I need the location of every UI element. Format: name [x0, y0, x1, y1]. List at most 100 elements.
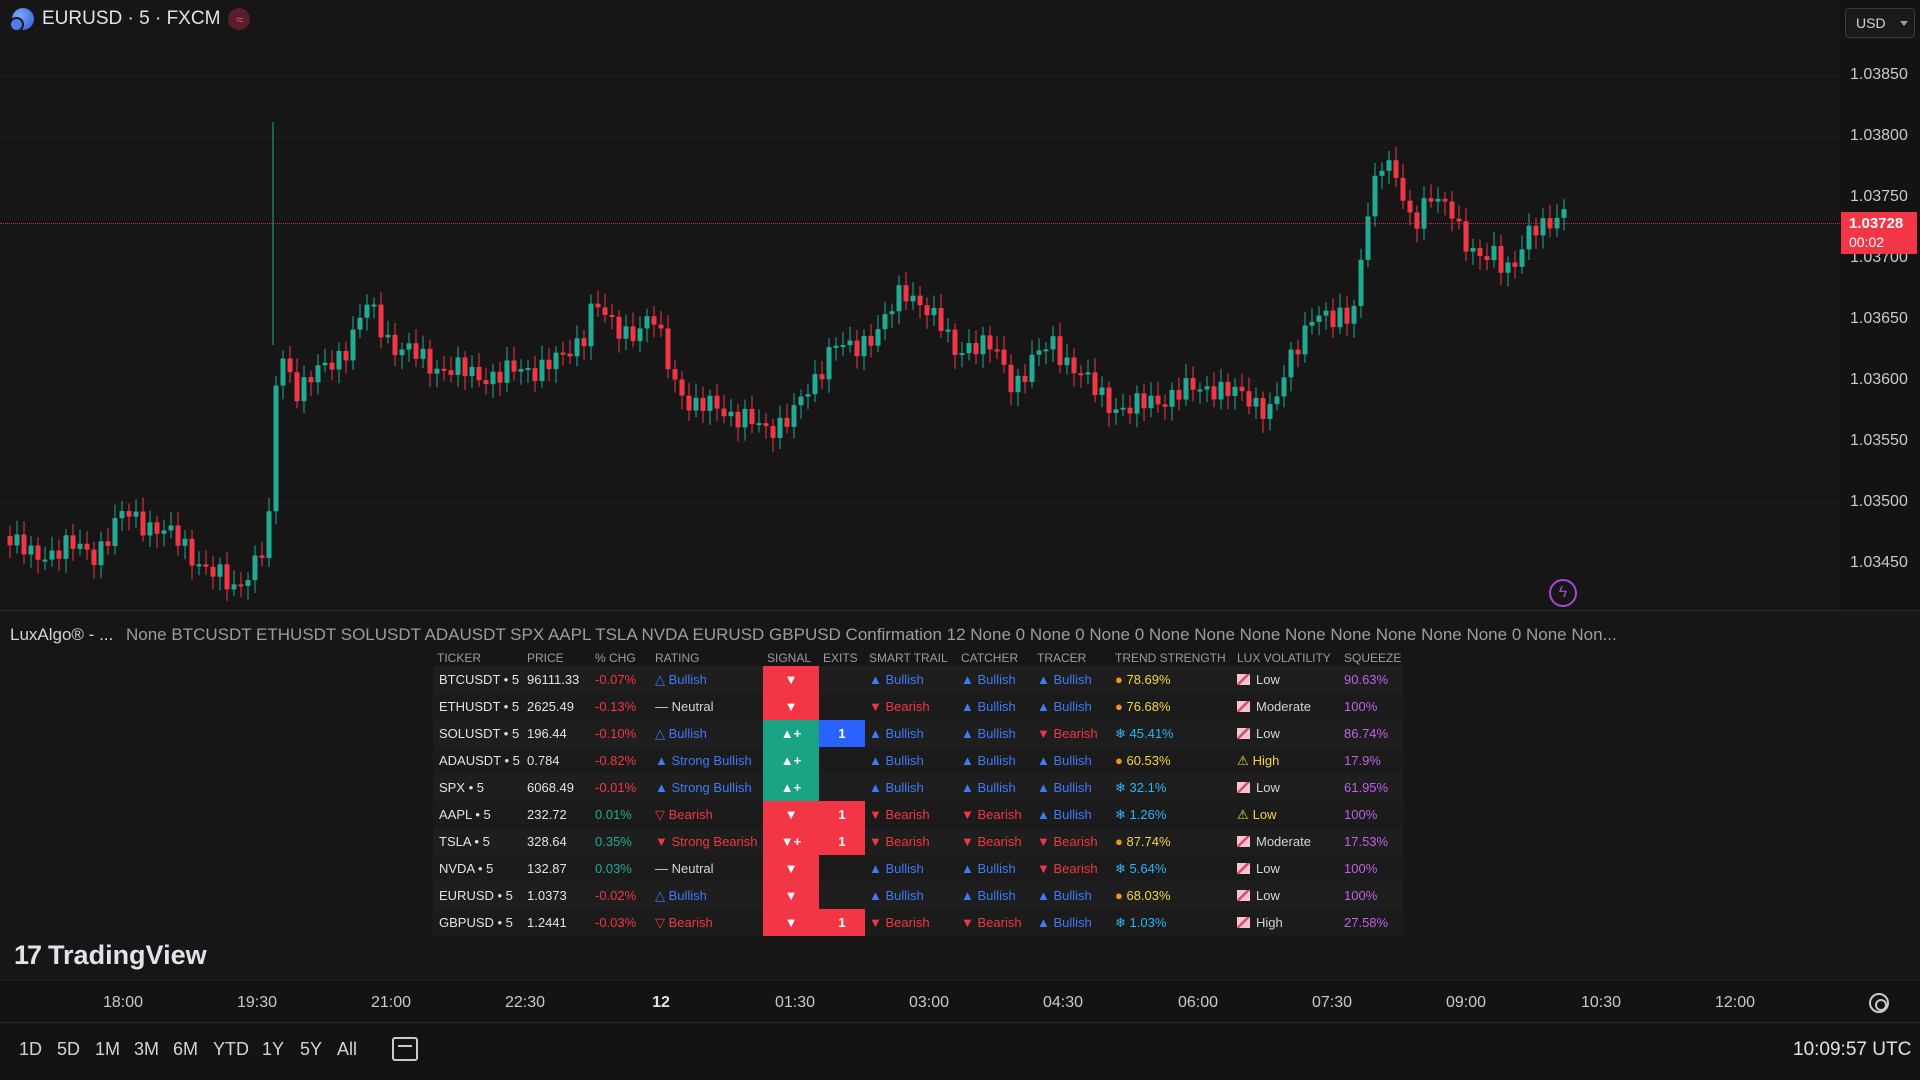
symbol-title[interactable]: EURUSD · 5 · FXCM [42, 8, 220, 30]
range-button-3m[interactable]: 3M [134, 1039, 159, 1060]
smart-trail-cell: ▲ Bullish [865, 747, 957, 774]
squeeze-cell: 90.63% [1340, 666, 1403, 693]
trend-strength-cell: ❄ 45.41% [1111, 720, 1233, 747]
price-label: 1.03650 [1850, 310, 1908, 327]
squeeze-cell: 61.95% [1340, 774, 1403, 801]
chevron-down-icon [1899, 20, 1908, 26]
flame-icon: ● [1115, 834, 1127, 849]
rating-cell: △ Bullish [651, 666, 763, 693]
price-scale[interactable] [1840, 0, 1920, 610]
time-label: 12:00 [1714, 994, 1756, 1011]
price-chart[interactable] [0, 0, 1840, 610]
signal-cell: ▼ [763, 693, 819, 720]
ticker-cell: ETHUSDT • 5 [433, 693, 523, 720]
range-button-1d[interactable]: 1D [19, 1039, 42, 1060]
table-row: ETHUSDT • 5 2625.49 -0.13% — Neutral ▼ ▼ Bear… [433, 693, 1403, 720]
trend-strength-value: 68.03% [1126, 888, 1171, 903]
smart-trail-cell: ▲ Bullish [865, 666, 957, 693]
range-button-5y[interactable]: 5Y [300, 1039, 322, 1060]
lightning-icon[interactable]: ϟ [1549, 579, 1577, 607]
squeeze-cell: 17.9% [1340, 747, 1403, 774]
price-cell: 6068.49 [523, 774, 591, 801]
price-label: 1.03550 [1850, 432, 1908, 449]
range-button-1y[interactable]: 1Y [262, 1039, 284, 1060]
exit-cell [819, 774, 865, 801]
volatility-value: Low [1256, 726, 1280, 741]
time-label: 21:00 [370, 994, 412, 1011]
last-price-badge: 1.03728 00:02 [1841, 212, 1917, 254]
time-label: 04:30 [1042, 994, 1084, 1011]
settings-icon[interactable] [1869, 993, 1889, 1013]
price-label: 1.03750 [1850, 188, 1908, 205]
column-header: TRACER [1037, 651, 1087, 665]
volatility-cell: Low [1233, 855, 1340, 882]
trend-strength-cell: ❄ 5.64% [1111, 855, 1233, 882]
warning-icon: ⚠ [1237, 806, 1249, 822]
indicator-name[interactable]: LuxAlgo® - ... [10, 625, 113, 644]
currency-selector[interactable]: USD [1845, 8, 1915, 38]
screener-header-row: TICKER PRICE % CHG RATING SIGNAL EXITS SMART T… [433, 650, 1403, 666]
squeeze-cell: 100% [1340, 693, 1403, 720]
smart-trail-cell: ▲ Bullish [865, 855, 957, 882]
time-axis[interactable]: 18:00 19:30 21:00 22:30 12 01:30 03:00 04:30 06:… [0, 980, 1920, 1022]
signal-cell: ▼ [763, 882, 819, 909]
volatility-cell: ⚠ Low [1233, 801, 1340, 828]
column-header: PRICE [527, 651, 564, 665]
rating-cell: ▼ Strong Bearish [651, 828, 763, 855]
trend-strength-cell: ● 68.03% [1111, 882, 1233, 909]
symbol-header[interactable]: EURUSD · 5 · FXCM ≈ [9, 8, 251, 32]
tradingview-logo[interactable]: 17 TradingView [14, 940, 207, 971]
indicator-legend[interactable]: LuxAlgo® - ... None BTCUSDT ETHUSDT SOLU… [10, 625, 1670, 645]
chart-area[interactable] [0, 0, 1840, 610]
catcher-cell: ▼ Bearish [957, 801, 1033, 828]
tracer-cell: ▲ Bullish [1033, 693, 1111, 720]
volatility-cell: High [1233, 909, 1340, 936]
smart-trail-cell: ▲ Bullish [865, 720, 957, 747]
ticker-cell: AAPL • 5 [433, 801, 523, 828]
trend-strength-value: 1.26% [1129, 806, 1167, 822]
indicator-params: None BTCUSDT ETHUSDT SOLUSDT ADAUSDT SPX… [125, 625, 1617, 644]
volatility-cell: Low [1233, 882, 1340, 909]
catcher-cell: ▼ Bearish [957, 828, 1033, 855]
price-cell: 132.87 [523, 855, 591, 882]
time-label: 01:30 [774, 994, 816, 1011]
volatility-value: Low [1256, 780, 1280, 795]
signal-cell: ▼ [763, 801, 819, 828]
flame-icon: ● [1115, 672, 1127, 687]
change-cell: -0.10% [591, 720, 651, 747]
exit-cell: 1 [819, 909, 865, 936]
rating-cell: △ Bullish [651, 720, 763, 747]
flame-icon: ● [1115, 699, 1127, 714]
table-row: AAPL • 5 232.72 0.01% ▽ Bearish ▼ 1 ▼ Bearish ▼… [433, 801, 1403, 828]
currency-label: USD [1856, 15, 1886, 31]
data-status-icon[interactable]: ≈ [228, 8, 251, 30]
squeeze-cell: 17.53% [1340, 828, 1403, 855]
flame-icon: ● [1115, 753, 1127, 768]
range-button-1m[interactable]: 1M [95, 1039, 120, 1060]
change-cell: -0.82% [591, 747, 651, 774]
price-cell: 0.784 [523, 747, 591, 774]
trend-strength-cell: ● 60.53% [1111, 747, 1233, 774]
range-button-all[interactable]: All [337, 1039, 357, 1060]
range-button-6m[interactable]: 6M [173, 1039, 198, 1060]
signal-cell: ▼ [763, 666, 819, 693]
column-header: % CHG [595, 651, 636, 665]
tracer-cell: ▲ Bullish [1033, 774, 1111, 801]
symbol-logo-icon [9, 8, 34, 32]
clock[interactable]: 10:09:57 UTC [1793, 1039, 1911, 1061]
rating-cell: ▲ Strong Bullish [651, 747, 763, 774]
range-button-ytd[interactable]: YTD [213, 1039, 249, 1060]
volatility-value: High [1252, 752, 1280, 768]
tracer-cell: ▼ Bearish [1033, 828, 1111, 855]
rating-cell: ▲ Strong Bullish [651, 774, 763, 801]
exit-cell: 1 [819, 720, 865, 747]
catcher-cell: ▲ Bullish [957, 693, 1033, 720]
tracer-cell: ▲ Bullish [1033, 882, 1111, 909]
catcher-cell: ▲ Bullish [957, 882, 1033, 909]
range-button-5d[interactable]: 5D [57, 1039, 80, 1060]
exit-cell: 1 [819, 801, 865, 828]
squeeze-cell: 27.58% [1340, 909, 1403, 936]
date-range-icon[interactable] [392, 1037, 418, 1061]
chart-image-icon [1237, 728, 1250, 739]
smart-trail-cell: ▲ Bullish [865, 882, 957, 909]
